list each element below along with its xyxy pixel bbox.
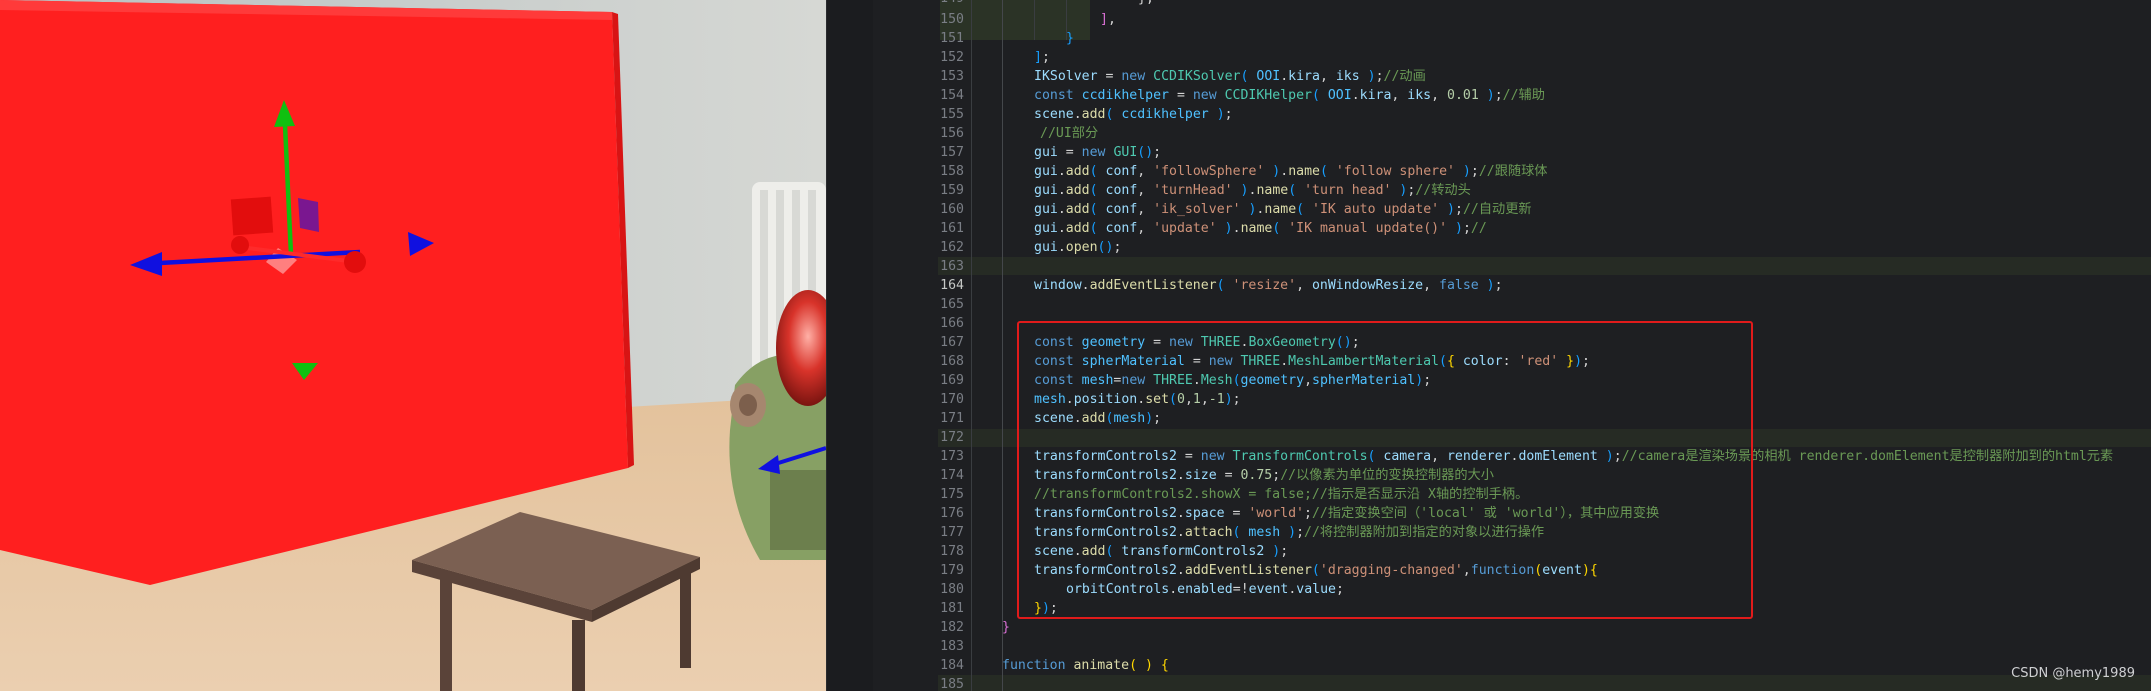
code-line: 161 gui.add( conf, 'update' ).name( 'IK m…: [940, 221, 1487, 236]
code-line: 171 scene.add(mesh);: [940, 411, 1162, 426]
code-line: 163: [940, 259, 964, 274]
code-line: 179 transformControls2.addEventListener('…: [940, 563, 1598, 578]
code-line: 173 transformControls2 = new TransformCon…: [940, 449, 2114, 464]
code-editor[interactable]: 149}; 150], 151} 152]; 153IKSolver = new…: [826, 0, 2151, 691]
code-line-current: 164 window.addEventListener( 'resize', on…: [940, 278, 1503, 293]
code-line: 165: [940, 297, 964, 312]
code-line: 170 mesh.position.set(0,1,-1);: [940, 392, 1241, 407]
code-line: 182}: [940, 620, 1010, 635]
code-line: 169 const mesh=new THREE.Mesh(geometry,sp…: [940, 373, 1432, 388]
code-line: 175//transformControls2.showX = false;//…: [940, 487, 1529, 502]
code-line: 153 IKSolver = new CCDIKSolver( OOI.kira,…: [940, 69, 1426, 84]
code-line: 168 const spherMaterial = new THREE.MeshL…: [940, 354, 1590, 369]
code-line: 184 function animate( ) {: [940, 658, 1169, 673]
code-line: 155 scene.add( ccdikhelper );: [940, 107, 1233, 122]
code-line: 157 gui = new GUI();: [940, 145, 1162, 160]
code-line: 152];: [940, 50, 1050, 65]
code-line: 158 gui.add( conf, 'followSphere' ).name(…: [940, 164, 1548, 179]
code-line: 177 transformControls2.attach( mesh );//将…: [940, 525, 1545, 540]
code-line: 167 const geometry = new THREE.BoxGeometr…: [940, 335, 1360, 350]
code-line: 149};: [826, 0, 2151, 8]
code-line: 151}: [940, 31, 1074, 46]
code-line: 180 orbitControls.enabled=!event.value;: [940, 582, 1344, 597]
code-line: 162 gui.open();: [940, 240, 1122, 255]
3d-viewport[interactable]: [0, 0, 826, 691]
code-line: 181});: [940, 601, 1058, 616]
code-line: 166: [940, 316, 964, 331]
scene-render: [0, 0, 826, 691]
code-line: 172: [940, 430, 964, 445]
watermark: CSDN @hemy1989: [2011, 666, 2135, 681]
code-line: 150],: [940, 12, 1116, 27]
code-line: 154 const ccdikhelper = new CCDIKHelper( …: [940, 88, 1545, 103]
code-line: 185: [940, 677, 964, 691]
code-line: 183: [940, 639, 964, 654]
code-line: 156//UI部分: [940, 126, 1099, 141]
code-line: 159 gui.add( conf, 'turnHead' ).name( 'tu…: [940, 183, 1471, 198]
code-line: 178 scene.add( transformControls2 );: [940, 544, 1289, 559]
code-line: 174 transformControls2.size = 0.75;//以像素为…: [940, 468, 1494, 483]
code-line: 160 gui.add( conf, 'ik_solver' ).name( 'I…: [940, 202, 1532, 217]
code-line: 176 transformControls2.space = 'world';//…: [940, 506, 1660, 521]
